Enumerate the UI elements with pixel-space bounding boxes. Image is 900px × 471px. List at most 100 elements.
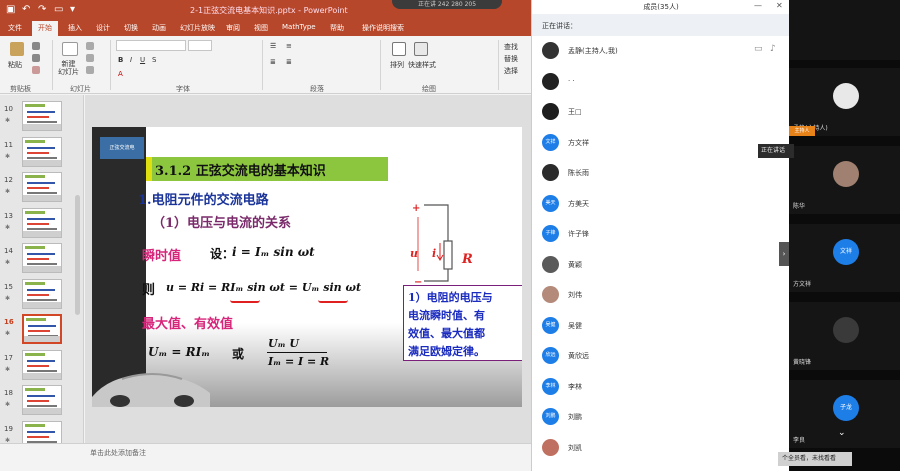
tab-insert[interactable]: 插入	[68, 23, 82, 33]
font-name-field[interactable]	[116, 40, 186, 51]
member-row[interactable]: 孟静(主持人,我) ▭ ♪	[532, 38, 790, 66]
member-row[interactable]: 刘凯	[532, 435, 790, 463]
tab-view[interactable]: 视图	[254, 23, 268, 33]
quick-styles-icon[interactable]	[414, 42, 428, 56]
group-separator	[110, 40, 111, 90]
new-slide-button[interactable]: 新建 幻灯片	[58, 60, 79, 76]
thumbnail-image[interactable]	[22, 278, 62, 309]
thumbnail-image[interactable]	[22, 101, 62, 131]
member-row[interactable]: 美天 方美天	[532, 191, 790, 219]
slide-thumbnail[interactable]: 17 ✱	[0, 348, 80, 382]
thumbnail-image[interactable]	[22, 314, 62, 344]
layout-icon[interactable]	[86, 42, 94, 50]
italic-icon[interactable]: I	[130, 56, 132, 64]
view-hint-bar[interactable]: 个全员看，未找看看	[778, 452, 852, 466]
thumbnail-image[interactable]	[22, 243, 62, 273]
align-left-icon[interactable]: ≣	[270, 58, 276, 66]
arrange-button[interactable]: 排列	[390, 60, 404, 70]
arrange-icon[interactable]	[392, 42, 406, 56]
member-row[interactable]: 吴健 吴健	[532, 313, 790, 341]
thumbnail-image[interactable]	[22, 136, 62, 167]
tab-animations[interactable]: 动画	[152, 23, 166, 33]
undo-icon[interactable]: ↶	[22, 4, 30, 15]
member-name: 黄颖	[568, 260, 582, 269]
select-button[interactable]: 选择	[504, 66, 518, 76]
redo-icon[interactable]: ↷	[38, 4, 46, 15]
screen-share-icon[interactable]: ▭	[754, 44, 763, 54]
animation-star-icon: ✱	[5, 401, 11, 408]
tab-mathtype[interactable]: MathType	[282, 23, 316, 31]
slide-thumbnail[interactable]: 11 ✱	[0, 135, 80, 169]
tab-home[interactable]: 开始	[32, 21, 58, 36]
notes-placeholder[interactable]: 单击此处添加备注	[90, 448, 146, 458]
section-icon[interactable]	[86, 66, 94, 74]
member-name: 刘鹏	[568, 413, 582, 421]
minimize-icon[interactable]: —	[754, 1, 762, 10]
save-icon[interactable]: ▣	[6, 4, 15, 15]
member-row[interactable]: 欣远 黄欣远	[532, 343, 790, 371]
member-row[interactable]: 刘鹏 刘鹏	[532, 404, 790, 432]
shadow-icon[interactable]: S	[152, 56, 156, 64]
slide-thumbnail[interactable]: 13 ✱	[0, 206, 80, 240]
member-row[interactable]: 刘伟	[532, 282, 790, 310]
tab-design[interactable]: 设计	[96, 23, 110, 33]
chevron-down-icon[interactable]: ⌄	[838, 428, 846, 438]
tab-transitions[interactable]: 切换	[124, 23, 138, 33]
font-color-icon[interactable]: A	[118, 70, 123, 78]
video-name: 方文祥	[793, 281, 812, 288]
underline-icon[interactable]: U	[140, 56, 145, 64]
slide[interactable]: 正弦交流电 3.1.2 正弦交流电的基本知识 1.电阻元件的交流电路 （1）电压…	[92, 127, 522, 407]
member-row[interactable]: 子锋 许子锋	[532, 221, 790, 249]
close-icon[interactable]: ✕	[776, 1, 783, 10]
copy-icon[interactable]	[32, 54, 40, 62]
find-button[interactable]: 查找	[504, 42, 518, 52]
format-painter-icon[interactable]	[32, 66, 40, 74]
note-line: 1）电阻的电压与	[408, 291, 493, 304]
thumbnail-image[interactable]	[22, 172, 62, 202]
microphone-icon[interactable]: ♪	[770, 44, 776, 54]
thumbnail-scrollbar[interactable]	[75, 195, 80, 315]
video-tile[interactable]: 文祥 方文祥	[789, 224, 900, 292]
customize-qat-icon[interactable]: ▾	[70, 4, 75, 15]
thumbnail-image[interactable]	[22, 207, 62, 238]
slide-thumbnail-pane[interactable]: 10 ✱ 11 ✱ 12 ✱ 13 ✱ 14 ✱ 15 ✱ 16 ✱ 17 ✱ 18 ✱ 19 ✱	[0, 95, 84, 451]
slide-thumbnail[interactable]: 16 ✱	[0, 312, 80, 346]
meeting-recording-pill[interactable]: 正在讲 242 280 205	[392, 0, 502, 9]
bold-icon[interactable]: B	[118, 56, 123, 64]
tab-slideshow[interactable]: 幻灯片放映	[180, 23, 215, 33]
bullets-icon[interactable]: ☰	[270, 42, 276, 50]
slide-thumbnail[interactable]: 12 ✱	[0, 170, 80, 204]
member-row[interactable]: 黄颖	[532, 252, 790, 280]
thumbnail-image[interactable]	[22, 349, 62, 380]
slide-thumbnail[interactable]: 10 ✱	[0, 99, 80, 133]
member-row[interactable]: 陈长雨	[532, 160, 790, 188]
member-row[interactable]: 王□	[532, 99, 790, 127]
reset-icon[interactable]	[86, 54, 94, 62]
numbering-icon[interactable]: ≡	[286, 42, 292, 50]
cut-icon[interactable]	[32, 42, 40, 50]
tab-file[interactable]: 文件	[8, 23, 22, 33]
member-row[interactable]: 文祥 方文祥	[532, 130, 790, 158]
tab-review[interactable]: 审阅	[226, 23, 240, 33]
tab-help[interactable]: 帮助	[330, 23, 344, 33]
slide-thumbnail[interactable]: 15 ✱	[0, 277, 80, 311]
member-row[interactable]: · ·	[532, 69, 790, 97]
slide-thumbnail[interactable]: 14 ✱	[0, 241, 80, 275]
align-center-icon[interactable]: ≣	[286, 58, 292, 66]
paste-icon[interactable]	[10, 42, 24, 56]
avatar: 子龙	[833, 395, 859, 421]
replace-button[interactable]: 替换	[504, 54, 518, 64]
thumbnail-image[interactable]	[22, 385, 62, 415]
video-tile[interactable]: 黄晓锋	[789, 302, 900, 370]
tell-me-search[interactable]: 操作说明搜索	[362, 23, 404, 33]
font-size-field[interactable]	[188, 40, 212, 51]
member-panel-title: 成员(35人)	[643, 3, 679, 11]
slide-thumbnail[interactable]: 18 ✱	[0, 383, 80, 417]
paste-button[interactable]: 粘贴	[8, 60, 22, 70]
expand-panel-handle[interactable]: ›	[779, 242, 789, 266]
video-tile[interactable]: 陈华	[789, 146, 900, 214]
start-slideshow-icon[interactable]: ▭	[54, 4, 63, 15]
quick-styles-button[interactable]: 快速样式	[408, 60, 436, 70]
member-row[interactable]: 李林 李林	[532, 374, 790, 402]
new-slide-icon[interactable]	[62, 42, 78, 56]
